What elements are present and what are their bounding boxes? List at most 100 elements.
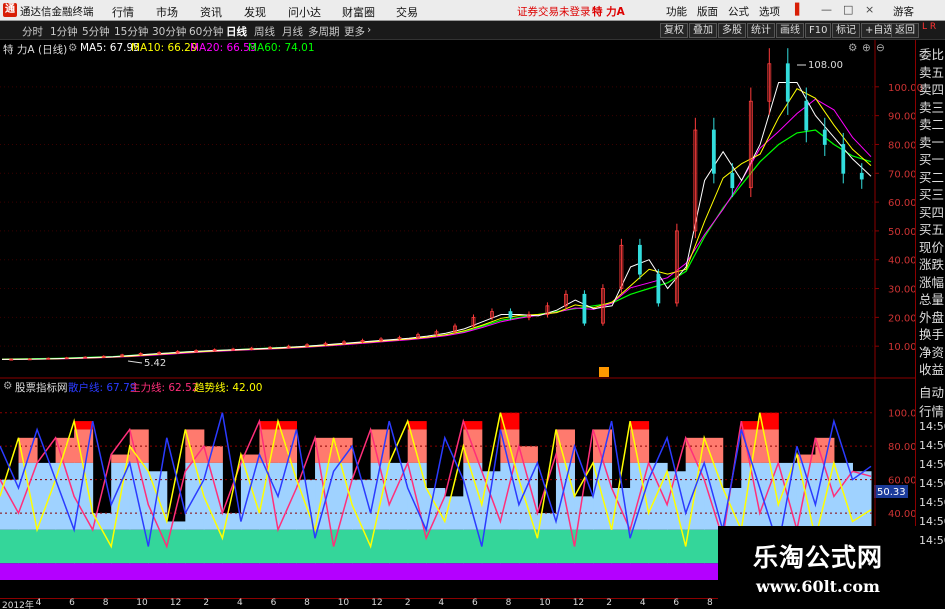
indicator-band-segment [148, 563, 168, 580]
indicator-band-segment [259, 421, 279, 430]
candle-body [711, 129, 716, 174]
indicator-band-segment [92, 529, 112, 564]
indicator-band-segment [407, 529, 427, 564]
indicator-band-segment [18, 529, 38, 564]
indicator-band-segment [593, 529, 613, 564]
date-tick-label: 6 [472, 598, 478, 608]
chart-canvas[interactable]: 100.0090.0080.0070.0060.0050.0040.0030.0… [0, 0, 945, 609]
indicator-band-segment [389, 563, 409, 580]
indicator-band-segment [537, 563, 557, 580]
indicator-band-segment [407, 421, 427, 430]
price-tick-label: 30.00 [888, 285, 917, 296]
side-panel-item[interactable]: 总量 [919, 289, 944, 308]
tick-panel-item[interactable]: 自动 [919, 382, 944, 401]
indicator-tick-label: 100.0 [888, 409, 917, 420]
watermark-name: 乐淘公式网 [752, 543, 883, 572]
indicator-band-segment [240, 563, 260, 580]
indicator-settings-icon[interactable]: ⚙ [3, 380, 12, 392]
price-low-label: 5.42 [144, 358, 166, 369]
price-tick-label: 40.00 [888, 256, 917, 267]
side-panel-item[interactable]: 委比 [919, 44, 944, 63]
zoom-in-icon[interactable]: ⊕ [862, 42, 871, 54]
settings-icon[interactable]: ⚙ [68, 42, 77, 54]
panel-corner-label[interactable]: L R [922, 22, 936, 32]
side-panel-item[interactable]: 买二 [919, 167, 944, 186]
indicator-name[interactable]: 股票指标网 [15, 380, 68, 395]
candle-body [859, 172, 864, 180]
indicator-band-segment [648, 563, 668, 580]
tick-panel-item[interactable]: 行情 [919, 401, 944, 420]
low-marker [127, 360, 143, 364]
price-tick-label: 90.00 [888, 112, 917, 123]
side-panel-item[interactable]: 卖四 [919, 79, 944, 98]
side-panel-item[interactable]: 买三 [919, 184, 944, 203]
main-force-value: 主力线: 62.52 [130, 382, 199, 394]
indicator-band-segment [333, 563, 353, 580]
indicator-band-segment [481, 563, 501, 580]
date-tick-label: 8 [707, 598, 713, 608]
indicator-band-segment [296, 529, 316, 564]
tick-side-panel: 自动行情14:5014:5014:5014:5014:5014:5014:50 [915, 380, 945, 600]
event-marker-icon[interactable] [599, 367, 609, 377]
indicator-band-segment [481, 529, 501, 564]
side-panel-item[interactable]: 收益 [919, 359, 944, 378]
side-panel-item[interactable]: 买四 [919, 202, 944, 221]
side-panel-item[interactable]: 净资 [919, 342, 944, 361]
ma20-value: MA20: 66.53 [190, 42, 257, 54]
price-tick-label: 20.00 [888, 313, 917, 324]
date-tick-label: 10 [539, 598, 551, 608]
side-panel-item[interactable]: 涨幅 [919, 272, 944, 291]
side-panel-item[interactable]: 卖五 [919, 62, 944, 81]
side-panel-item[interactable]: 买一 [919, 149, 944, 168]
side-panel-item[interactable]: 换手 [919, 324, 944, 343]
side-panel-item[interactable]: 现价 [919, 237, 944, 256]
date-tick-label: 8 [102, 598, 109, 608]
side-panel-item[interactable]: 买五 [919, 219, 944, 238]
date-tick-label: 8 [304, 598, 310, 608]
indicator-band-segment [630, 529, 650, 564]
date-tick-label: 6 [270, 598, 277, 608]
candlesticks [9, 48, 864, 361]
chart-settings-icon[interactable]: ⚙ [848, 42, 857, 54]
indicator-band-segment [37, 529, 57, 564]
side-panel-item[interactable]: 卖二 [919, 114, 944, 133]
side-panel-item[interactable]: 涨跌 [919, 254, 944, 273]
candle-body [822, 129, 827, 145]
tick-panel-item: 14:50 [919, 439, 945, 452]
price-tick-label: 70.00 [888, 169, 917, 180]
quote-side-panel: L R 委比 卖五 卖四 卖三 卖二 卖一 买一 买二 买三 买四 买五 现价 涨跌 涨幅 总量 外盘 换手 净资… [915, 22, 945, 380]
indicator-band-segment [593, 563, 613, 580]
indicator-band-segment [685, 563, 705, 580]
indicator-band-segment [203, 563, 223, 580]
indicator-band-segment [277, 563, 298, 580]
trend-line-value: 趋势线: 42.00 [194, 382, 263, 394]
side-panel-item[interactable]: 外盘 [919, 307, 944, 326]
side-panel-item[interactable]: 卖三 [919, 97, 944, 116]
indicator-band-segment [0, 529, 20, 564]
indicator-band-segment [185, 563, 205, 580]
date-tick-label: 6 [69, 598, 75, 608]
indicator-band-segment [277, 529, 298, 564]
indicator-band-segment [166, 521, 186, 530]
candle-body [582, 293, 587, 324]
date-tick-label: 4 [639, 598, 646, 608]
indicator-band-segment [222, 563, 242, 580]
date-tick-label: 12 [371, 598, 383, 608]
indicator-band-segment [315, 563, 335, 580]
tick-panel-item: 14:50 [919, 496, 945, 509]
ma20-line [1, 98, 872, 360]
date-tick-label: 2 [404, 598, 411, 608]
indicator-band-segment [74, 529, 94, 564]
indicator-band-segment [37, 563, 57, 580]
zoom-out-icon[interactable]: ⊖ [876, 42, 885, 54]
price-tick-label: 50.00 [888, 227, 917, 238]
side-panel-item[interactable]: 卖一 [919, 132, 944, 151]
indicator-band-segment [74, 563, 94, 580]
indicator-band-segment [574, 563, 594, 580]
candle-body [730, 172, 735, 189]
tick-panel-item: 14:50 [919, 458, 945, 471]
stock-name: 特 力A [3, 44, 35, 56]
indicator-band-segment [611, 529, 631, 564]
indicator-axis: 100.0 80.00 60.00 40.00 [888, 409, 917, 520]
candle-body [508, 311, 513, 318]
